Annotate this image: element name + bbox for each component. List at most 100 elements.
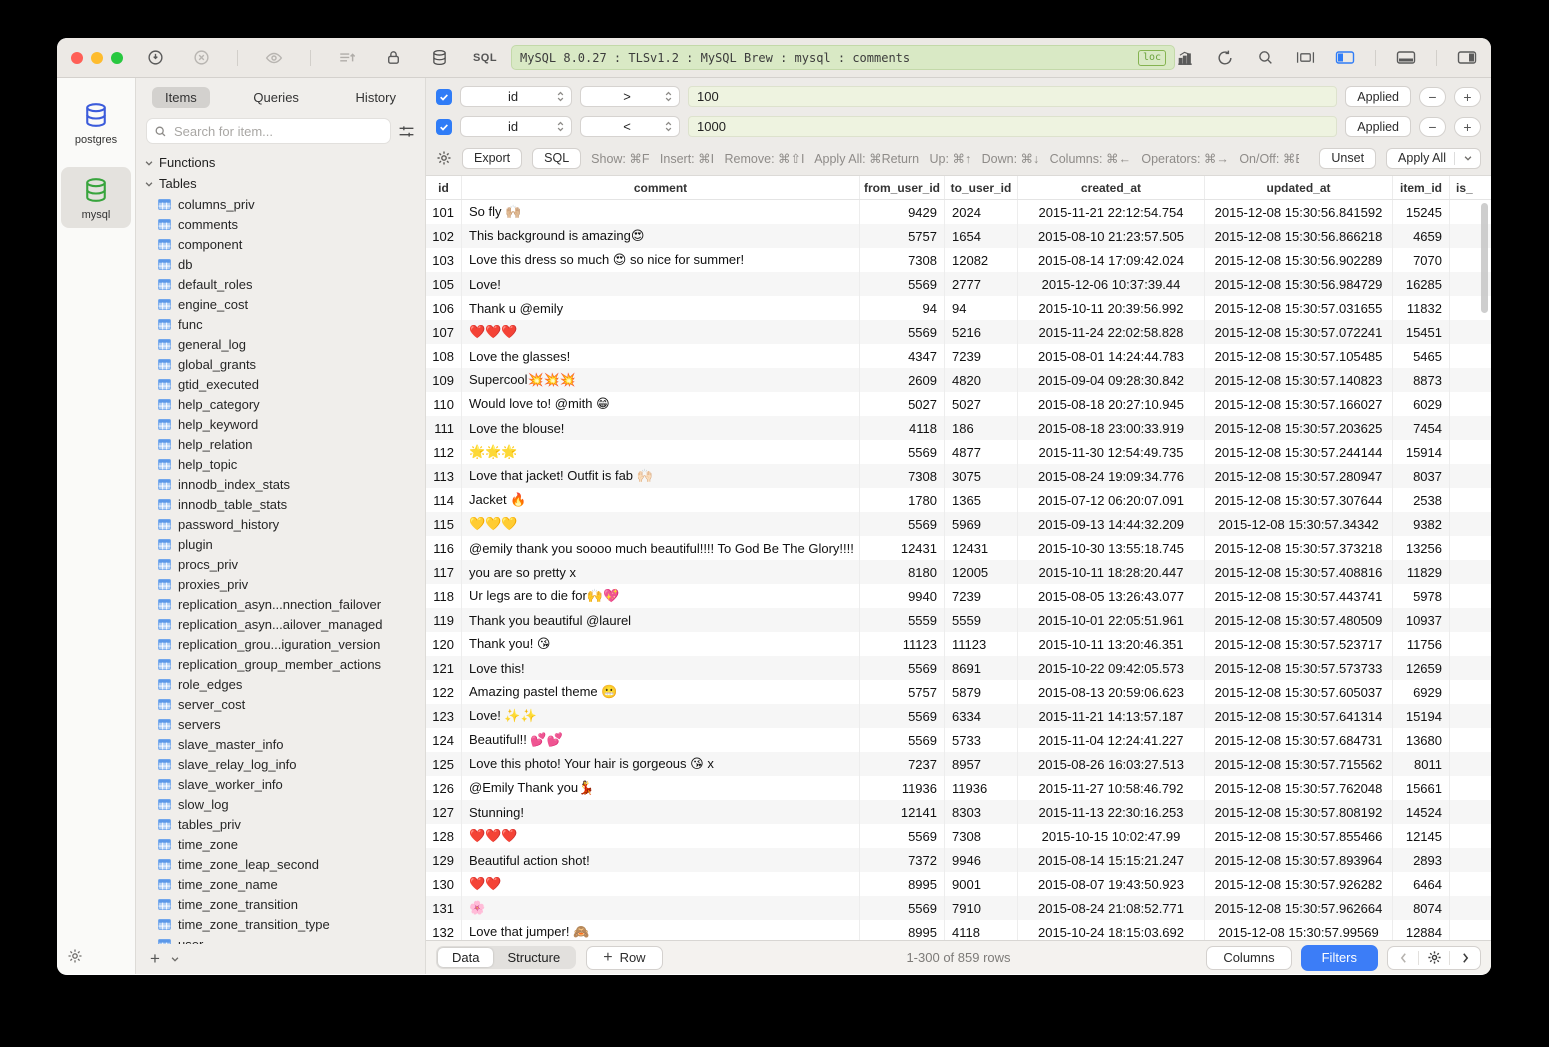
- table-row[interactable]: 129Beautiful action shot!737299462015-08…: [426, 848, 1491, 872]
- filter-applied-button[interactable]: Applied: [1345, 86, 1411, 107]
- cell-is[interactable]: [1450, 344, 1491, 368]
- next-page-icon[interactable]: [1450, 947, 1480, 969]
- table-row[interactable]: 113Love that jacket! Outfit is fab 🙌🏻730…: [426, 464, 1491, 488]
- cell-id[interactable]: 126: [426, 776, 462, 800]
- cell-comment[interactable]: 💛💛💛: [462, 512, 860, 536]
- cell-updated-at[interactable]: 2015-12-08 15:30:57.140823: [1205, 368, 1393, 392]
- cell-is[interactable]: [1450, 752, 1491, 776]
- cell-created-at[interactable]: 2015-08-26 16:03:27.513: [1018, 752, 1205, 776]
- table-item-help_topic[interactable]: help_topic: [158, 454, 425, 474]
- cell-item-id[interactable]: 15194: [1393, 704, 1450, 728]
- remove-filter-button[interactable]: −: [1419, 117, 1446, 137]
- cell-comment[interactable]: ❤️❤️❤️: [462, 320, 860, 344]
- cell-comment[interactable]: 🌸: [462, 896, 860, 920]
- filter-enabled-checkbox[interactable]: [436, 89, 452, 105]
- cell-id[interactable]: 114: [426, 488, 462, 512]
- table-row[interactable]: 123Love! ✨✨556963342015-11-21 14:13:57.1…: [426, 704, 1491, 728]
- cell-comment[interactable]: Love this!: [462, 656, 860, 680]
- cell-item-id[interactable]: 4659: [1393, 224, 1450, 248]
- filter-value-field[interactable]: [688, 116, 1337, 137]
- filter-value-input[interactable]: [689, 89, 1336, 104]
- cell-is[interactable]: [1450, 704, 1491, 728]
- cell-created-at[interactable]: 2015-11-21 22:12:54.754: [1018, 200, 1205, 224]
- cell-from-user-id[interactable]: 12141: [860, 800, 945, 824]
- cell-comment[interactable]: 🌟🌟🌟: [462, 440, 860, 464]
- cell-updated-at[interactable]: 2015-12-08 15:30:57.307644: [1205, 488, 1393, 512]
- cell-comment[interactable]: ❤️❤️: [462, 872, 860, 896]
- search-input[interactable]: [172, 123, 383, 140]
- cell-item-id[interactable]: 13680: [1393, 728, 1450, 752]
- cell-from-user-id[interactable]: 11936: [860, 776, 945, 800]
- cell-created-at[interactable]: 2015-10-15 10:02:47.99: [1018, 824, 1205, 848]
- cell-id[interactable]: 128: [426, 824, 462, 848]
- cell-id[interactable]: 124: [426, 728, 462, 752]
- add-item-chevron-icon[interactable]: [170, 954, 180, 964]
- table-item-user[interactable]: user: [158, 934, 425, 944]
- cell-created-at[interactable]: 2015-08-01 14:24:44.783: [1018, 344, 1205, 368]
- table-row[interactable]: 101So fly 🙌🏼942920242015-11-21 22:12:54.…: [426, 200, 1491, 224]
- cell-from-user-id[interactable]: 12431: [860, 536, 945, 560]
- table-row[interactable]: 115💛💛💛556959692015-09-13 14:44:32.209201…: [426, 512, 1491, 536]
- cell-from-user-id[interactable]: 2609: [860, 368, 945, 392]
- cell-from-user-id[interactable]: 5569: [860, 728, 945, 752]
- focus-mode-icon[interactable]: [1295, 48, 1315, 68]
- cell-id[interactable]: 120: [426, 632, 462, 656]
- cell-updated-at[interactable]: 2015-12-08 15:30:57.715562: [1205, 752, 1393, 776]
- cell-updated-at[interactable]: 2015-12-08 15:30:57.166027: [1205, 392, 1393, 416]
- table-row[interactable]: 111Love the blouse!41181862015-08-18 23:…: [426, 416, 1491, 440]
- cell-created-at[interactable]: 2015-08-18 20:27:10.945: [1018, 392, 1205, 416]
- cell-to-user-id[interactable]: 8691: [945, 656, 1018, 680]
- table-row[interactable]: 118Ur legs are to die for🙌💖994072392015-…: [426, 584, 1491, 608]
- cell-updated-at[interactable]: 2015-12-08 15:30:57.373218: [1205, 536, 1393, 560]
- cell-to-user-id[interactable]: 5559: [945, 608, 1018, 632]
- cell-comment[interactable]: Love that jumper! 🙈: [462, 920, 860, 940]
- table-row[interactable]: 120Thank you! 😘11123111232015-10-11 13:2…: [426, 632, 1491, 656]
- cell-to-user-id[interactable]: 4877: [945, 440, 1018, 464]
- cell-created-at[interactable]: 2015-08-10 21:23:57.505: [1018, 224, 1205, 248]
- cell-from-user-id[interactable]: 11123: [860, 632, 945, 656]
- column-header-to-user-id[interactable]: to_user_id: [945, 176, 1018, 199]
- cell-created-at[interactable]: 2015-08-14 15:15:21.247: [1018, 848, 1205, 872]
- cell-from-user-id[interactable]: 9940: [860, 584, 945, 608]
- filter-adjust-icon[interactable]: [398, 123, 415, 140]
- cell-id[interactable]: 112: [426, 440, 462, 464]
- connect-icon[interactable]: [145, 48, 165, 68]
- cell-id[interactable]: 115: [426, 512, 462, 536]
- cell-item-id[interactable]: 15661: [1393, 776, 1450, 800]
- cell-id[interactable]: 105: [426, 272, 462, 296]
- table-row[interactable]: 106Thank u @emily94942015-10-11 20:39:56…: [426, 296, 1491, 320]
- cell-from-user-id[interactable]: 5569: [860, 440, 945, 464]
- table-row[interactable]: 112🌟🌟🌟556948772015-11-30 12:54:49.735201…: [426, 440, 1491, 464]
- table-item-plugin[interactable]: plugin: [158, 534, 425, 554]
- add-row-button[interactable]: + Row: [586, 946, 662, 970]
- cell-comment[interactable]: Ur legs are to die for🙌💖: [462, 584, 860, 608]
- cell-updated-at[interactable]: 2015-12-08 15:30:57.280947: [1205, 464, 1393, 488]
- cell-item-id[interactable]: 12884: [1393, 920, 1450, 940]
- cell-created-at[interactable]: 2015-11-04 12:24:41.227: [1018, 728, 1205, 752]
- cell-from-user-id[interactable]: 8180: [860, 560, 945, 584]
- cell-id[interactable]: 119: [426, 608, 462, 632]
- cell-comment[interactable]: Thank you beautiful @laurel: [462, 608, 860, 632]
- cell-to-user-id[interactable]: 1365: [945, 488, 1018, 512]
- cell-created-at[interactable]: 2015-12-06 10:37:39.44: [1018, 272, 1205, 296]
- cell-comment[interactable]: Would love to! @mith 😁: [462, 392, 860, 416]
- table-item-default_roles[interactable]: default_roles: [158, 274, 425, 294]
- cell-created-at[interactable]: 2015-10-11 20:39:56.992: [1018, 296, 1205, 320]
- cell-from-user-id[interactable]: 7372: [860, 848, 945, 872]
- connection-postgres[interactable]: postgres: [61, 92, 131, 153]
- cell-updated-at[interactable]: 2015-12-08 15:30:57.031655: [1205, 296, 1393, 320]
- sql-editor-button[interactable]: SQL: [475, 48, 495, 68]
- minimize-window-button[interactable]: [91, 52, 103, 64]
- cell-comment[interactable]: This background is amazing😍: [462, 224, 860, 248]
- cell-created-at[interactable]: 2015-11-30 12:54:49.735: [1018, 440, 1205, 464]
- export-button[interactable]: Export: [462, 148, 522, 169]
- toggle-right-panel-icon[interactable]: [1457, 48, 1477, 68]
- cell-from-user-id[interactable]: 5559: [860, 608, 945, 632]
- cell-is[interactable]: [1450, 464, 1491, 488]
- table-item-procs_priv[interactable]: procs_priv: [158, 554, 425, 574]
- apply-all-button[interactable]: Apply All: [1386, 148, 1481, 169]
- cell-from-user-id[interactable]: 5027: [860, 392, 945, 416]
- table-item-proxies_priv[interactable]: proxies_priv: [158, 574, 425, 594]
- table-item-innodb_index_stats[interactable]: innodb_index_stats: [158, 474, 425, 494]
- remove-filter-button[interactable]: −: [1419, 87, 1446, 107]
